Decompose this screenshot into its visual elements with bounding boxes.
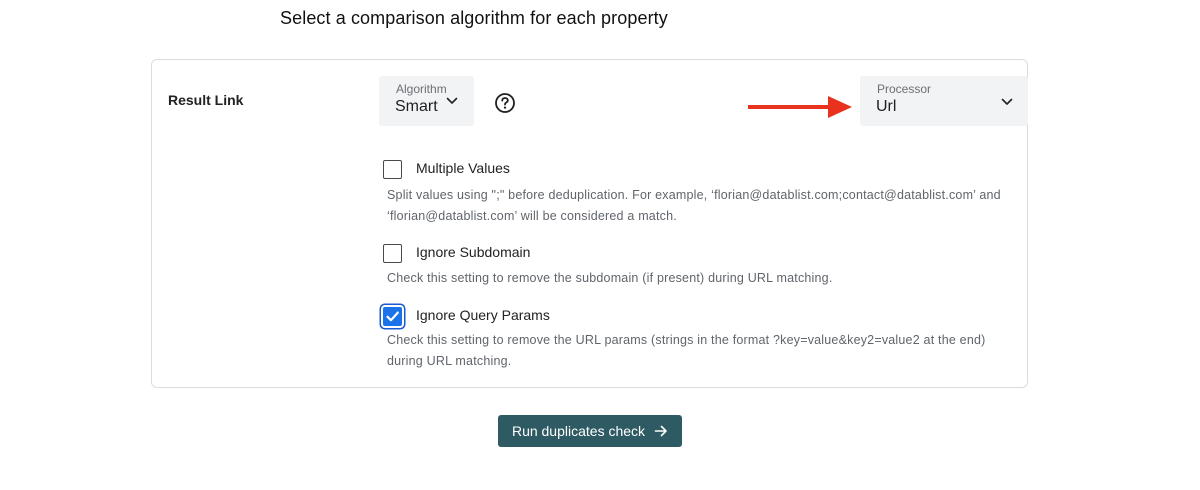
algorithm-select-value: Smart [395, 98, 438, 115]
option-title: Ignore Query Params [416, 307, 550, 323]
run-duplicates-check-button[interactable]: Run duplicates check [498, 415, 682, 447]
option-description-line: Check this setting to remove the subdoma… [387, 271, 833, 285]
option-description: Check this setting to remove the subdoma… [387, 268, 1027, 289]
help-circle-icon[interactable] [494, 92, 516, 114]
algorithm-select[interactable]: Algorithm Smart [379, 76, 474, 126]
option-description-line: Split values using ";" before deduplicat… [387, 188, 1001, 202]
chevron-down-icon [446, 97, 458, 104]
ignore-query-params-checkbox[interactable] [383, 307, 402, 326]
algorithm-select-label: Algorithm [396, 82, 447, 96]
page-heading: Select a comparison algorithm for each p… [280, 8, 668, 28]
page: Select a comparison algorithm for each p… [0, 0, 1200, 490]
annotation-arrow-icon [748, 96, 852, 118]
multiple-values-checkbox[interactable] [383, 160, 402, 179]
arrow-right-icon [654, 425, 667, 437]
run-button-label: Run duplicates check [511, 423, 646, 439]
option-description: Check this setting to remove the URL par… [387, 330, 1027, 372]
processor-select[interactable]: Processor Url [860, 76, 1028, 126]
checkmark-icon [386, 311, 399, 322]
option-description-line: Check this setting to remove the URL par… [387, 333, 986, 347]
option-title: Ignore Subdomain [416, 244, 531, 260]
property-label: Result Link [168, 92, 244, 108]
chevron-down-icon [1001, 98, 1013, 105]
option-title: Multiple Values [416, 160, 510, 176]
option-description-line: during URL matching. [387, 354, 512, 368]
processor-select-value: Url [876, 98, 897, 115]
option-description-line: ‘florian@datablist.com’ will be consider… [387, 209, 677, 223]
ignore-subdomain-checkbox[interactable] [383, 244, 402, 263]
processor-select-label: Processor [877, 82, 932, 96]
option-description: Split values using ";" before deduplicat… [387, 185, 1027, 227]
